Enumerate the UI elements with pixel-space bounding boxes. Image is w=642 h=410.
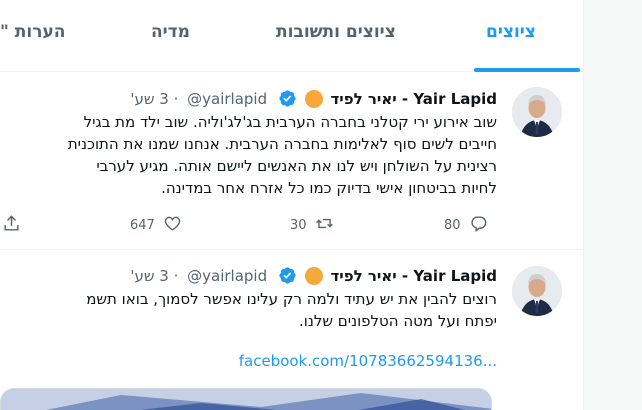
tweet-text: שוב אירוע ירי קטלני בחברה הערבית בג'לג'ו… <box>0 111 497 199</box>
tweet-text-line: שוב אירוע ירי קטלני בחברה הערבית בג'לג'ו… <box>83 113 497 131</box>
tab-media[interactable]: מדיה <box>151 22 190 42</box>
share-button[interactable] <box>2 213 21 237</box>
tweet-time[interactable]: 3 שע' <box>130 265 168 287</box>
tweet-header: 3 שע' · @yairlapid יאיר לפיד - Yair Lapi… <box>130 264 497 286</box>
reply-icon <box>469 214 488 237</box>
tweet-text: רוצים להבין את יש עתיד ולמה רק עלינו אפש… <box>0 288 497 332</box>
profile-tabs: ציוצים ציוצים ותשובות מדיה הערות " <box>0 0 583 72</box>
tweet-link[interactable]: facebook.com/10783662594136... <box>239 352 497 370</box>
tweet-text-line: לחיות בביטחון אישי בדיוק כמו כל אזרח אחר… <box>161 179 497 197</box>
like-button[interactable]: 647 <box>130 213 182 237</box>
reply-button[interactable]: 80 <box>444 213 488 237</box>
avatar[interactable] <box>512 87 562 137</box>
label-badge-icon <box>304 89 323 108</box>
like-icon <box>163 214 182 237</box>
tweet-text-line: יפתח ועל מטה הטלפונים שלנו. <box>298 312 497 330</box>
avatar[interactable] <box>512 266 562 316</box>
verified-badge-icon <box>278 266 297 285</box>
tweet-time[interactable]: 3 שע' <box>130 88 168 110</box>
separator-dot: · <box>173 89 179 108</box>
tab-comments[interactable]: הערות " <box>0 22 65 42</box>
scrollbar[interactable] <box>584 0 642 410</box>
tab-tweets[interactable]: ציוצים <box>486 22 536 42</box>
tweet-handle[interactable]: @yairlapid <box>187 265 267 287</box>
tweet-text-line: חייבים לשים סוף לאלימות בחברה הערבית. אנ… <box>67 135 497 153</box>
label-badge-icon <box>304 266 323 285</box>
reply-count: 80 <box>444 217 461 233</box>
tweet-actions: 80 30 647 <box>0 213 583 237</box>
share-icon <box>2 214 21 237</box>
tab-tweets-and-replies[interactable]: ציוצים ותשובות <box>276 22 396 42</box>
tweet-author-name[interactable]: יאיר לפיד - Yair Lapid <box>330 88 497 110</box>
tweet-author-name[interactable]: יאיר לפיד - Yair Lapid <box>330 265 497 287</box>
separator-dot: · <box>173 266 179 285</box>
like-count: 647 <box>130 217 155 233</box>
tweet[interactable]: 3 שע' · @yairlapid יאיר לפיד - Yair Lapi… <box>0 73 583 250</box>
verified-badge-icon <box>278 89 297 108</box>
retweet-count: 30 <box>290 217 307 233</box>
tweet-text-line: רוצים להבין את יש עתיד ולמה רק עלינו אפש… <box>86 290 497 308</box>
tweet[interactable]: 3 שע' · @yairlapid יאיר לפיד - Yair Lapi… <box>0 250 583 410</box>
tweet-text-line: רצינית על השולחן ויש לנו את האנשים ליישם… <box>96 157 497 175</box>
link-preview-image[interactable] <box>0 388 492 410</box>
tweet-header: 3 שע' · @yairlapid יאיר לפיד - Yair Lapi… <box>130 87 497 109</box>
tweet-handle[interactable]: @yairlapid <box>187 88 267 110</box>
active-tab-indicator <box>474 68 580 72</box>
retweet-icon <box>315 214 334 237</box>
retweet-button[interactable]: 30 <box>290 213 334 237</box>
